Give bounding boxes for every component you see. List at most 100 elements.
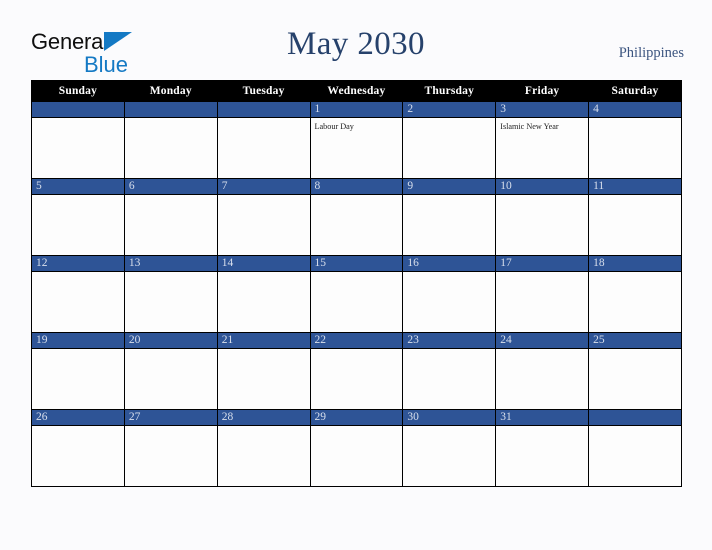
day-number: 16: [403, 256, 496, 272]
day-number: 14: [217, 256, 310, 272]
day-events: [311, 272, 403, 275]
calendar-day-cell[interactable]: 19: [31, 332, 125, 410]
calendar-day-cell[interactable]: 8: [309, 178, 404, 256]
calendar-day-cell[interactable]: 18: [588, 255, 682, 333]
day-number: 4: [589, 102, 681, 118]
day-events: [403, 195, 495, 198]
calendar-day-cell[interactable]: 12: [31, 255, 125, 333]
month-calendar-grid: Sunday Monday Tuesday Wednesday Thursday Frid…: [31, 80, 682, 487]
day-events: [32, 195, 124, 198]
day-number: 28: [217, 410, 310, 426]
calendar-day-cell[interactable]: 16: [402, 255, 497, 333]
day-events: [496, 426, 588, 429]
day-number: 21: [217, 333, 310, 349]
calendar-day-cell[interactable]: 2: [402, 101, 497, 179]
calendar-day-cell[interactable]: 17: [495, 255, 590, 333]
day-events: [311, 349, 403, 352]
weekday-header-row: Sunday Monday Tuesday Wednesday Thursday Frid…: [31, 80, 682, 102]
day-events: [125, 195, 217, 198]
calendar-day-cell[interactable]: 21: [216, 332, 311, 410]
holiday-event: Islamic New Year: [500, 122, 559, 131]
day-number: [217, 102, 310, 118]
calendar-day-cell[interactable]: 30: [402, 409, 497, 487]
calendar-day-cell[interactable]: 1 Labour Day: [309, 101, 404, 179]
day-number: 13: [124, 256, 217, 272]
day-events: [32, 272, 124, 275]
day-number: 7: [217, 179, 310, 195]
day-number: 31: [496, 410, 589, 426]
calendar-day-cell[interactable]: 31: [495, 409, 590, 487]
day-number: 20: [124, 333, 217, 349]
calendar-day-cell[interactable]: 28: [216, 409, 311, 487]
country-label: Philippines: [618, 45, 684, 61]
calendar-day-cell[interactable]: 23: [402, 332, 497, 410]
day-number: 30: [403, 410, 496, 426]
day-events: [32, 118, 124, 121]
day-number: 17: [496, 256, 589, 272]
calendar-day-cell[interactable]: 14: [216, 255, 311, 333]
day-events: [496, 272, 588, 275]
day-number: 12: [32, 256, 124, 272]
calendar-day-cell[interactable]: 22: [309, 332, 404, 410]
calendar-day-cell[interactable]: 27: [123, 409, 218, 487]
calendar-day-cell[interactable]: 11: [588, 178, 682, 256]
day-number: 25: [589, 333, 681, 349]
calendar-day-cell[interactable]: 9: [402, 178, 497, 256]
calendar-week-row: 5 6 7 8 9 10 11: [31, 178, 682, 256]
calendar-day-cell[interactable]: 7: [216, 178, 311, 256]
calendar-day-cell[interactable]: 10: [495, 178, 590, 256]
holiday-event: Labour Day: [314, 122, 354, 131]
calendar-day-cell[interactable]: 20: [123, 332, 218, 410]
weekday-header-monday: Monday: [123, 80, 218, 102]
calendar-week-row: 12 13 14 15 16 17 18: [31, 255, 682, 333]
calendar-empty-cell: [123, 101, 218, 179]
day-events: [125, 426, 217, 429]
calendar-day-cell[interactable]: 24: [495, 332, 590, 410]
calendar-day-cell[interactable]: 6: [123, 178, 218, 256]
calendar-day-cell[interactable]: 5: [31, 178, 125, 256]
day-events: [496, 349, 588, 352]
calendar-empty-cell: [588, 409, 682, 487]
day-number: 10: [496, 179, 589, 195]
day-number: 22: [310, 333, 403, 349]
day-events: [589, 118, 681, 121]
day-events: [311, 195, 403, 198]
calendar-page: General Blue May 2030 Philippines Sunday…: [0, 0, 712, 550]
day-events: Islamic New Year: [496, 118, 588, 132]
day-events: [125, 272, 217, 275]
day-number: 5: [32, 179, 124, 195]
day-number: [32, 102, 124, 118]
day-events: [403, 272, 495, 275]
calendar-day-cell[interactable]: 29: [309, 409, 404, 487]
weekday-header-thursday: Thursday: [402, 80, 497, 102]
day-number: 15: [310, 256, 403, 272]
weekday-header-sunday: Sunday: [31, 80, 125, 102]
day-events: [218, 426, 310, 429]
day-number: 24: [496, 333, 589, 349]
calendar-day-cell[interactable]: 15: [309, 255, 404, 333]
day-number: 26: [32, 410, 124, 426]
day-number: 9: [403, 179, 496, 195]
calendar-empty-cell: [216, 101, 311, 179]
calendar-day-cell[interactable]: 13: [123, 255, 218, 333]
day-number: 29: [310, 410, 403, 426]
day-events: [403, 349, 495, 352]
day-events: [403, 118, 495, 121]
day-number: 23: [403, 333, 496, 349]
calendar-day-cell[interactable]: 25: [588, 332, 682, 410]
calendar-body: 1 Labour Day 2 3 Islamic New Year 4 5 6 7 8 9 10 11 1…: [31, 101, 682, 487]
day-number: 6: [124, 179, 217, 195]
calendar-day-cell[interactable]: 26: [31, 409, 125, 487]
day-number: 2: [403, 102, 496, 118]
weekday-header-saturday: Saturday: [588, 80, 682, 102]
page-title: May 2030: [287, 26, 425, 62]
calendar-week-row: 1 Labour Day 2 3 Islamic New Year 4: [31, 101, 682, 179]
day-number: 8: [310, 179, 403, 195]
calendar-week-row: 26 27 28 29 30 31: [31, 409, 682, 487]
day-events: [403, 426, 495, 429]
day-number: 18: [589, 256, 681, 272]
day-number: 11: [589, 179, 681, 195]
calendar-day-cell[interactable]: 3 Islamic New Year: [495, 101, 590, 179]
calendar-day-cell[interactable]: 4: [588, 101, 682, 179]
day-events: Labour Day: [311, 118, 403, 132]
